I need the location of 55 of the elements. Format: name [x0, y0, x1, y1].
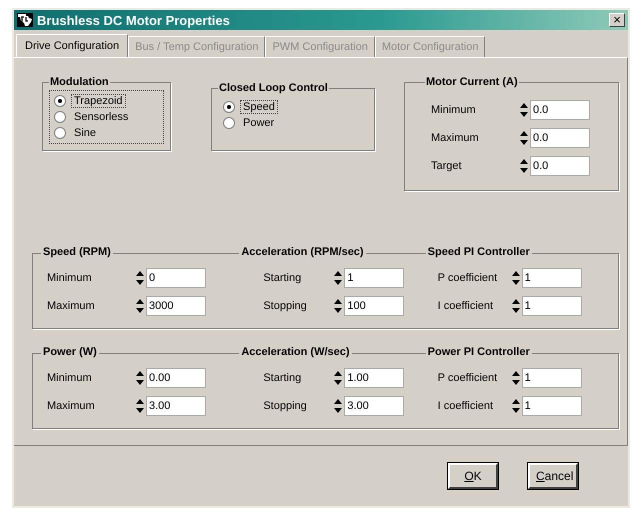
number-field[interactable]: 1: [522, 296, 582, 316]
number-field[interactable]: 3.00: [146, 396, 206, 416]
dialog-button[interactable]: OK: [448, 463, 498, 489]
group-title: Closed Loop Control: [218, 82, 329, 94]
number-field[interactable]: 1: [522, 368, 582, 388]
group-title: Motor Current (A): [425, 76, 519, 88]
field-label: I coefficient: [436, 300, 494, 312]
tab[interactable]: Drive Configuration: [16, 34, 128, 57]
group-title: Power (W): [41, 346, 99, 358]
number-field[interactable]: 1: [344, 268, 404, 288]
field-label: P coefficient: [436, 372, 498, 384]
field-label: Stopping: [262, 300, 308, 312]
number-field[interactable]: 3.00: [344, 396, 404, 416]
radio-button[interactable]: [54, 111, 66, 123]
radio-label[interactable]: Speed: [240, 100, 278, 114]
logo-icon: [17, 13, 33, 27]
field-label: I coefficient: [436, 400, 494, 412]
number-field[interactable]: 1.00: [344, 368, 404, 388]
radio-button[interactable]: [54, 95, 66, 107]
group-title: Modulation: [49, 76, 110, 88]
number-field[interactable]: 0.0: [530, 156, 590, 176]
field-label: Minimum: [430, 104, 477, 116]
field-label: Target: [430, 160, 463, 172]
radio-button[interactable]: [54, 127, 66, 139]
group-title: Acceleration (W/sec): [239, 346, 352, 358]
close-button[interactable]: ×: [609, 13, 625, 27]
field-label: Starting: [262, 372, 302, 384]
field-label: Stopping: [262, 400, 308, 412]
number-field[interactable]: 100: [344, 296, 404, 316]
number-field[interactable]: 1: [522, 396, 582, 416]
number-field[interactable]: 0.0: [530, 128, 590, 148]
radio-button[interactable]: [223, 101, 235, 113]
field-label: Minimum: [46, 272, 93, 284]
number-field[interactable]: 0.0: [530, 100, 590, 120]
field-label: Maximum: [46, 300, 96, 312]
number-field[interactable]: 0.00: [146, 368, 206, 388]
dialog-button[interactable]: Cancel: [528, 463, 578, 489]
group-title: Acceleration (RPM/sec): [239, 246, 366, 258]
field-label: Minimum: [46, 372, 93, 384]
field-label: Maximum: [46, 400, 96, 412]
group-title: Speed (RPM): [41, 246, 113, 258]
field-label: Maximum: [430, 132, 480, 144]
group-title: Speed PI Controller: [426, 246, 532, 258]
radio-label[interactable]: Sine: [71, 126, 100, 140]
radio-button[interactable]: [223, 117, 235, 129]
radio-label[interactable]: Power: [240, 116, 278, 130]
group-title: Power PI Controller: [426, 346, 532, 358]
number-field[interactable]: 1: [522, 268, 582, 288]
number-field[interactable]: 0: [146, 268, 206, 288]
window-title: Brushless DC Motor Properties: [37, 12, 231, 28]
radio-label[interactable]: Trapezoid: [71, 94, 126, 108]
field-label: Starting: [262, 272, 302, 284]
radio-label[interactable]: Sensorless: [71, 110, 132, 124]
field-label: P coefficient: [436, 272, 498, 284]
number-field[interactable]: 3000: [146, 296, 206, 316]
